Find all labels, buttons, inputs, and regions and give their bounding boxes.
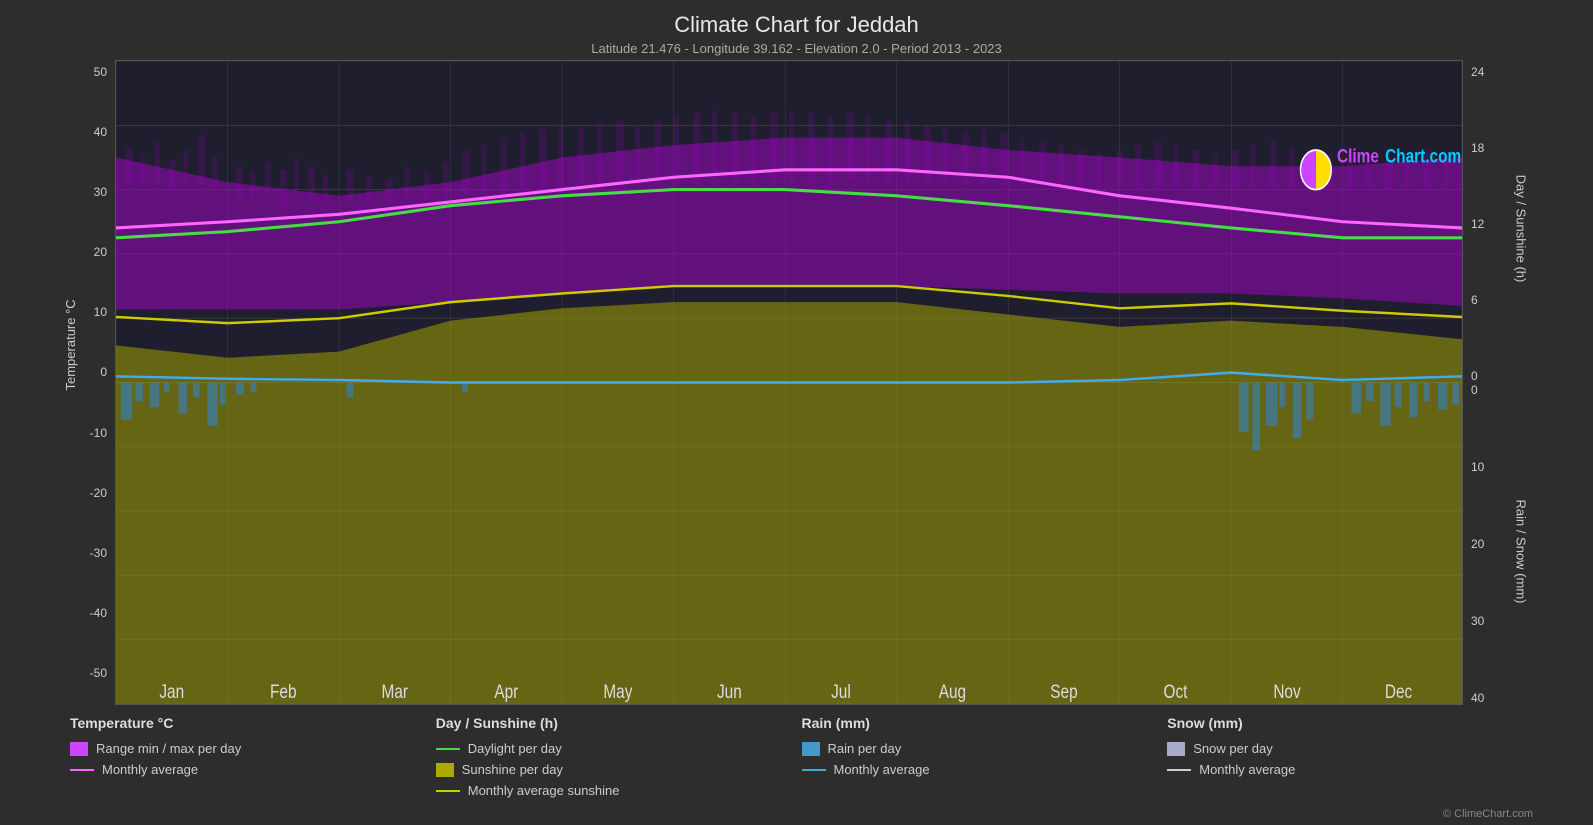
legend-swatch-snow	[1167, 742, 1185, 756]
chart-main: Jan Feb Mar Apr May Jun Jul Aug Sep Oct …	[115, 60, 1463, 705]
y-axis-right-bottom: 0 10 20 30 40	[1471, 383, 1543, 706]
y-tick-m10: -10	[60, 426, 107, 440]
y-tick-m40: -40	[60, 606, 107, 620]
legend-column-rain: Rain (mm) Rain per day Monthly average	[802, 715, 1168, 798]
y-tick-30: 30	[60, 185, 107, 199]
r-tick-r40: 40	[1471, 691, 1543, 705]
legend-item-temp-range: Range min / max per day	[70, 741, 436, 756]
r-tick-12: 12	[1471, 217, 1543, 231]
legend-column-temperature: Temperature °C Range min / max per day M…	[70, 715, 436, 798]
chart-subtitle: Latitude 21.476 - Longitude 39.162 - Ele…	[0, 41, 1593, 56]
legend-item-snow-avg: Monthly average	[1167, 762, 1533, 777]
legend-line-snow-avg	[1167, 769, 1191, 771]
chart-title: Climate Chart for Jeddah	[0, 12, 1593, 38]
legend-title-snow: Snow (mm)	[1167, 715, 1533, 731]
page-container: Climate Chart for Jeddah Latitude 21.476…	[0, 0, 1593, 825]
y-axis-left-label: Temperature °C	[63, 299, 78, 390]
legend-label-temp-range: Range min / max per day	[96, 741, 241, 756]
copyright: © ClimeChart.com	[0, 808, 1593, 825]
legend-line-temp-avg	[70, 769, 94, 771]
legend-label-temp-avg: Monthly average	[102, 762, 198, 777]
r-tick-6: 6	[1471, 293, 1543, 307]
svg-text:Aug: Aug	[939, 680, 966, 702]
svg-text:Apr: Apr	[494, 680, 518, 702]
legend-item-rain: Rain per day	[802, 741, 1168, 756]
y-axis-right-top: 24 18 12 6 0	[1471, 60, 1543, 383]
r-tick-0: 0	[1471, 369, 1543, 383]
svg-text:May: May	[603, 680, 632, 702]
svg-text:Chart.com: Chart.com	[1385, 145, 1461, 167]
r-tick-r10: 10	[1471, 460, 1543, 474]
legend-label-rain: Rain per day	[828, 741, 902, 756]
legend-label-snow-avg: Monthly average	[1199, 762, 1295, 777]
svg-text:Jan: Jan	[159, 680, 184, 702]
legend-item-sunshine-avg: Monthly average sunshine	[436, 783, 802, 798]
legend-title-sunshine: Day / Sunshine (h)	[436, 715, 802, 731]
svg-text:Oct: Oct	[1164, 680, 1188, 702]
y-axis-left: Temperature °C 50 40 30 20 10 0 -10 -20 …	[60, 60, 115, 705]
legend-item-sunshine: Sunshine per day	[436, 762, 802, 777]
r-tick-r30: 30	[1471, 614, 1543, 628]
r-tick-r0: 0	[1471, 383, 1543, 397]
legend-swatch-rain	[802, 742, 820, 756]
legend-line-sunshine-avg	[436, 790, 460, 792]
svg-text:Jun: Jun	[717, 680, 742, 702]
y-tick-m20: -20	[60, 486, 107, 500]
y-axis-right-top-label: Day / Sunshine (h)	[1514, 175, 1529, 283]
legend-column-sunshine: Day / Sunshine (h) Daylight per day Suns…	[436, 715, 802, 798]
legend-title-temperature: Temperature °C	[70, 715, 436, 731]
y-tick-m30: -30	[60, 546, 107, 560]
y-axis-right: Day / Sunshine (h) 24 18 12 6 0 Rain / S…	[1463, 60, 1543, 705]
legend-swatch-sunshine	[436, 763, 454, 777]
svg-text:Feb: Feb	[270, 680, 297, 702]
svg-text:Dec: Dec	[1385, 680, 1412, 702]
legend-label-daylight: Daylight per day	[468, 741, 562, 756]
y-axis-right-bottom-label: Rain / Snow (mm)	[1513, 499, 1528, 603]
legend-item-rain-avg: Monthly average	[802, 762, 1168, 777]
y-tick-20: 20	[60, 245, 107, 259]
chart-area: Temperature °C 50 40 30 20 10 0 -10 -20 …	[60, 60, 1543, 705]
svg-text:Jul: Jul	[831, 680, 851, 702]
legend-item-snow: Snow per day	[1167, 741, 1533, 756]
svg-text:Clime: Clime	[1337, 145, 1379, 167]
svg-text:Nov: Nov	[1273, 680, 1300, 702]
legend-item-daylight: Daylight per day	[436, 741, 802, 756]
legend-label-snow: Snow per day	[1193, 741, 1273, 756]
chart-header: Climate Chart for Jeddah Latitude 21.476…	[0, 0, 1593, 60]
chart-svg: Jan Feb Mar Apr May Jun Jul Aug Sep Oct …	[116, 61, 1462, 704]
svg-text:Mar: Mar	[382, 680, 409, 702]
legend-swatch-temp-range	[70, 742, 88, 756]
legend-title-rain: Rain (mm)	[802, 715, 1168, 731]
r-tick-r20: 20	[1471, 537, 1543, 551]
legend-line-rain-avg	[802, 769, 826, 771]
legend-line-daylight	[436, 748, 460, 750]
legend-label-sunshine-avg: Monthly average sunshine	[468, 783, 620, 798]
legend-column-snow: Snow (mm) Snow per day Monthly average	[1167, 715, 1533, 798]
y-tick-50: 50	[60, 65, 107, 79]
legend-label-sunshine: Sunshine per day	[462, 762, 563, 777]
legend-area: Temperature °C Range min / max per day M…	[0, 705, 1593, 808]
svg-text:Sep: Sep	[1050, 680, 1077, 702]
y-tick-m50: -50	[60, 666, 107, 680]
r-tick-18: 18	[1471, 141, 1543, 155]
legend-label-rain-avg: Monthly average	[834, 762, 930, 777]
r-tick-24: 24	[1471, 65, 1543, 79]
y-tick-40: 40	[60, 125, 107, 139]
legend-item-temp-avg: Monthly average	[70, 762, 436, 777]
